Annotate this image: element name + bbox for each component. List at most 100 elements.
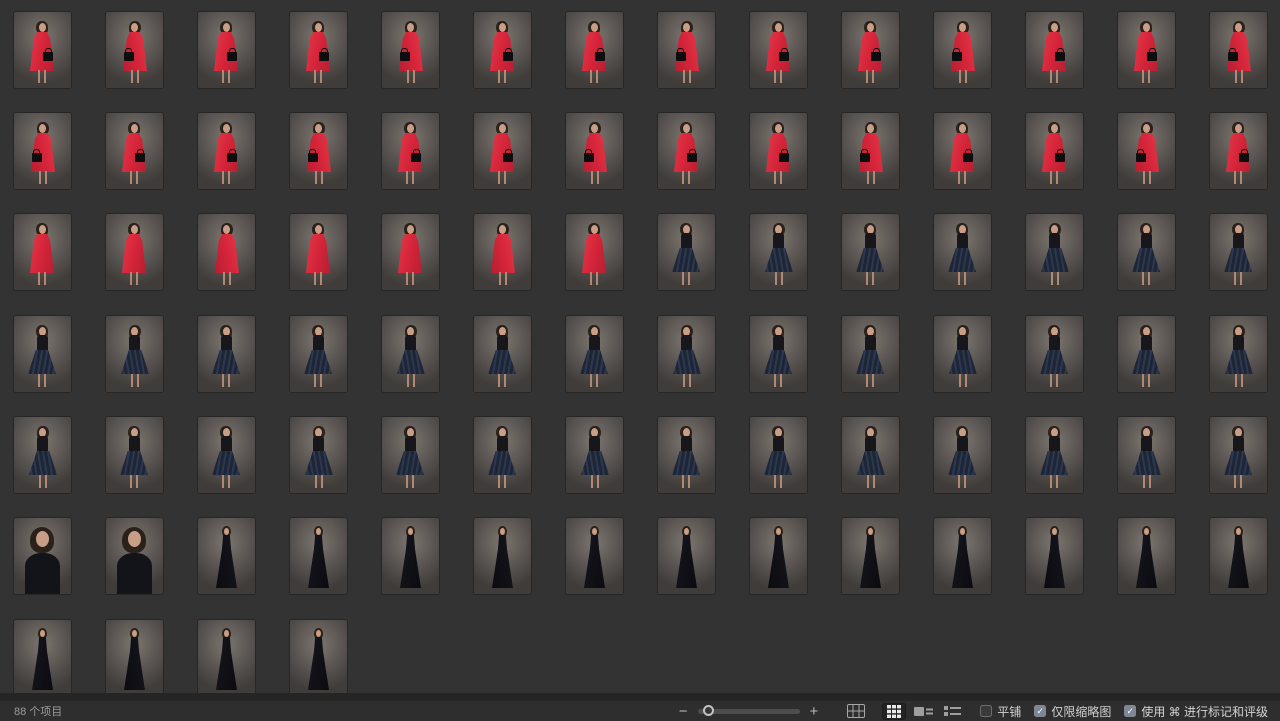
use-cmd-rating-checkbox[interactable]: 使用 ⌘ 进行标记和评级 (1124, 703, 1268, 720)
photo-thumbnail-bs[interactable] (1118, 316, 1175, 392)
thumbnails-only-checkbox-box[interactable] (1034, 705, 1046, 717)
photo-thumbnail-bg[interactable] (1210, 518, 1267, 594)
photo-thumbnail-bs[interactable] (658, 316, 715, 392)
photo-thumbnail-bg[interactable] (1118, 518, 1175, 594)
photo-thumbnail-bg[interactable] (474, 518, 531, 594)
photo-thumbnail-bs[interactable] (1210, 316, 1267, 392)
photo-thumbnail-pt[interactable] (14, 518, 71, 594)
slider-knob[interactable] (703, 705, 714, 716)
photo-thumbnail-bs[interactable] (842, 316, 899, 392)
photo-thumbnail-rb[interactable] (658, 113, 715, 189)
photo-thumbnail-rb[interactable] (290, 12, 347, 88)
photo-thumbnail-bs[interactable] (14, 316, 71, 392)
photo-thumbnail-bs[interactable] (382, 316, 439, 392)
list-view-button[interactable] (940, 703, 964, 720)
photo-thumbnail-rb[interactable] (198, 12, 255, 88)
photo-thumbnail-r[interactable] (14, 214, 71, 290)
use-cmd-rating-checkbox-box[interactable] (1124, 705, 1136, 717)
photo-thumbnail-bs[interactable] (1026, 316, 1083, 392)
photo-thumbnail-bs[interactable] (566, 417, 623, 493)
photo-thumbnail-bs[interactable] (658, 214, 715, 290)
photo-thumbnail-bs[interactable] (198, 417, 255, 493)
photo-thumbnail-rb[interactable] (934, 12, 991, 88)
photo-thumbnail-bs[interactable] (14, 417, 71, 493)
photo-thumbnail-bg[interactable] (382, 518, 439, 594)
photo-thumbnail-r[interactable] (290, 214, 347, 290)
photo-thumbnail-bs[interactable] (842, 417, 899, 493)
photo-thumbnail-rb[interactable] (750, 113, 807, 189)
zoom-out-button[interactable]: − (677, 704, 690, 719)
photo-thumbnail-r[interactable] (474, 214, 531, 290)
photo-thumbnail-bs[interactable] (658, 417, 715, 493)
photo-thumbnail-bs[interactable] (1026, 417, 1083, 493)
photo-thumbnail-rb[interactable] (1210, 113, 1267, 189)
photo-thumbnail-rb[interactable] (382, 113, 439, 189)
thumbnail-size-slider[interactable] (698, 704, 800, 718)
photo-thumbnail-bg[interactable] (750, 518, 807, 594)
photo-thumbnail-bs[interactable] (842, 214, 899, 290)
photo-thumbnail-rb[interactable] (106, 113, 163, 189)
table-grid-overlay-icon[interactable] (844, 703, 868, 720)
photo-thumbnail-bs[interactable] (1118, 214, 1175, 290)
photo-thumbnail-bs[interactable] (566, 316, 623, 392)
photo-thumbnail-bs[interactable] (290, 316, 347, 392)
tile-checkbox[interactable]: 平铺 (980, 703, 1021, 720)
photo-thumbnail-rb[interactable] (474, 12, 531, 88)
photo-thumbnail-r[interactable] (382, 214, 439, 290)
photo-thumbnail-bg[interactable] (658, 518, 715, 594)
photo-thumbnail-rb[interactable] (566, 113, 623, 189)
photo-thumbnail-rb[interactable] (474, 113, 531, 189)
photo-thumbnail-rb[interactable] (842, 12, 899, 88)
photo-thumbnail-rb[interactable] (290, 113, 347, 189)
photo-thumbnail-rb[interactable] (1210, 12, 1267, 88)
photo-thumbnail-rb[interactable] (1118, 113, 1175, 189)
photo-thumbnail-bs[interactable] (290, 417, 347, 493)
photo-thumbnail-bg[interactable] (1026, 518, 1083, 594)
photo-thumbnail-bg[interactable] (106, 620, 163, 693)
photo-thumbnail-bg[interactable] (198, 518, 255, 594)
photo-thumbnail-bs[interactable] (1118, 417, 1175, 493)
zoom-in-button[interactable]: + (808, 704, 821, 719)
photo-thumbnail-r[interactable] (106, 214, 163, 290)
photo-thumbnail-rb[interactable] (750, 12, 807, 88)
tile-checkbox-box[interactable] (980, 705, 992, 717)
photo-thumbnail-bs[interactable] (474, 417, 531, 493)
photo-thumbnail-rb[interactable] (1026, 113, 1083, 189)
photo-thumbnail-bg[interactable] (934, 518, 991, 594)
photo-thumbnail-bs[interactable] (198, 316, 255, 392)
photo-thumbnail-bs[interactable] (382, 417, 439, 493)
photo-thumbnail-bs[interactable] (1210, 417, 1267, 493)
photo-thumbnail-pt[interactable] (106, 518, 163, 594)
photo-thumbnail-bs[interactable] (934, 316, 991, 392)
filmstrip-view-button[interactable] (911, 703, 935, 720)
photo-thumbnail-bg[interactable] (842, 518, 899, 594)
photo-thumbnail-rb[interactable] (14, 12, 71, 88)
photo-thumbnail-bs[interactable] (1026, 214, 1083, 290)
photo-thumbnail-bg[interactable] (14, 620, 71, 693)
photo-thumbnail-r[interactable] (198, 214, 255, 290)
grid-view-button[interactable] (882, 703, 906, 720)
photo-thumbnail-rb[interactable] (934, 113, 991, 189)
photo-thumbnail-rb[interactable] (14, 113, 71, 189)
photo-thumbnail-rb[interactable] (1118, 12, 1175, 88)
photo-thumbnail-bg[interactable] (290, 620, 347, 693)
photo-thumbnail-rb[interactable] (1026, 12, 1083, 88)
photo-thumbnail-bs[interactable] (106, 417, 163, 493)
photo-thumbnail-bs[interactable] (750, 417, 807, 493)
photo-thumbnail-bs[interactable] (750, 316, 807, 392)
photo-thumbnail-rb[interactable] (198, 113, 255, 189)
photo-thumbnail-rb[interactable] (658, 12, 715, 88)
photo-thumbnail-rb[interactable] (566, 12, 623, 88)
photo-thumbnail-bg[interactable] (198, 620, 255, 693)
photo-thumbnail-bs[interactable] (106, 316, 163, 392)
photo-thumbnail-bg[interactable] (290, 518, 347, 594)
photo-thumbnail-bs[interactable] (474, 316, 531, 392)
thumbnails-only-checkbox[interactable]: 仅限缩略图 (1034, 703, 1111, 720)
photo-thumbnail-r[interactable] (566, 214, 623, 290)
photo-thumbnail-bs[interactable] (934, 417, 991, 493)
photo-thumbnail-bs[interactable] (934, 214, 991, 290)
photo-thumbnail-rb[interactable] (382, 12, 439, 88)
photo-thumbnail-bs[interactable] (1210, 214, 1267, 290)
photo-thumbnail-bs[interactable] (750, 214, 807, 290)
photo-thumbnail-bg[interactable] (566, 518, 623, 594)
